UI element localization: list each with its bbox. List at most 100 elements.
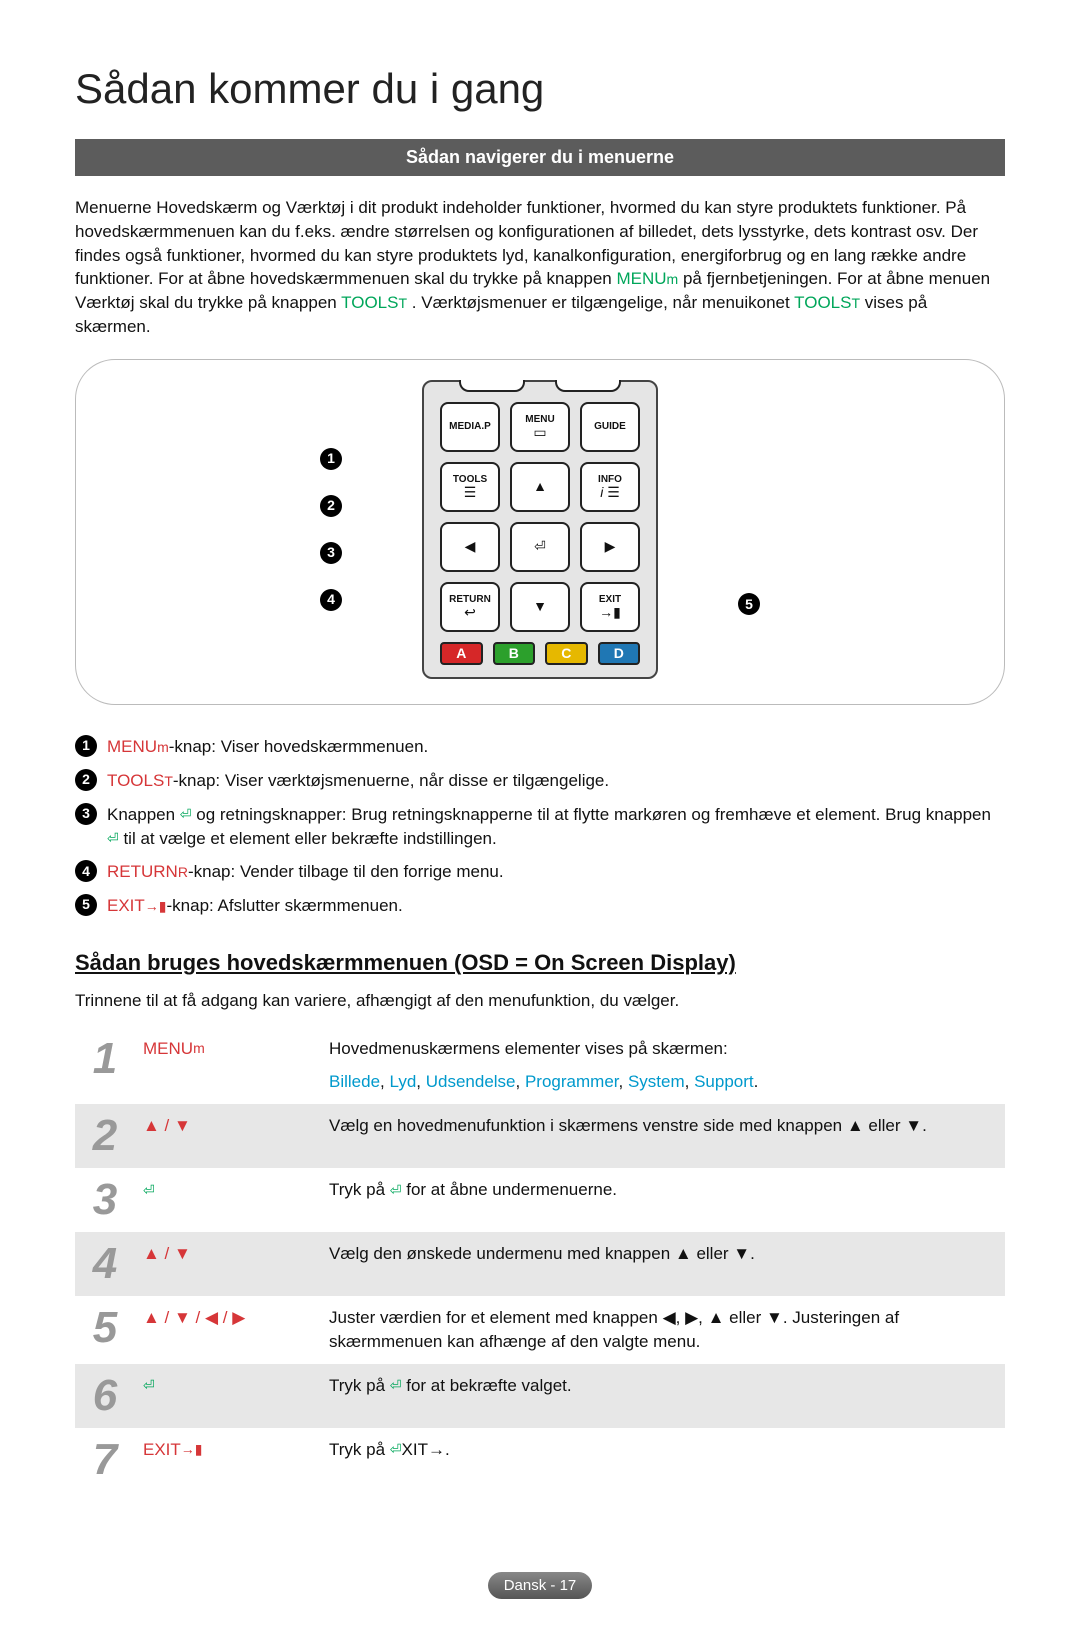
step-row: 4▲ / ▼Vælg den ønskede undermenu med kna…	[75, 1232, 1005, 1296]
step-desc: Vælg den ønskede undermenu med knappen ▲…	[321, 1232, 1005, 1296]
exit-button: EXIT→▮	[580, 582, 640, 632]
step-row: 5▲ / ▼ / ◀ / ▶Juster værdien for et elem…	[75, 1296, 1005, 1364]
step-row: 2▲ / ▼Vælg en hovedmenufunktion i skærme…	[75, 1104, 1005, 1168]
callout-5: 5	[738, 593, 760, 615]
callout-4: 4	[320, 589, 342, 611]
menu-item: Lyd	[390, 1072, 417, 1091]
step-desc: Vælg en hovedmenufunktion i skærmens ven…	[321, 1104, 1005, 1168]
menu-item: System	[628, 1072, 685, 1091]
subtext: Trinnene til at få adgang kan variere, a…	[75, 989, 1005, 1013]
legend-number: 2	[75, 769, 97, 791]
menu-item: Programmer	[525, 1072, 619, 1091]
legend-number: 1	[75, 735, 97, 757]
legend-keyword: MENU	[107, 737, 157, 756]
callout-3: 3	[320, 542, 342, 564]
unknown-button-r	[555, 380, 621, 392]
legend-row: 4 RETURNR-knap: Vender tilbage til den fo…	[75, 860, 1005, 884]
menu-button: MENU▭	[510, 402, 570, 452]
enter-icon: ⏎	[143, 1181, 155, 1201]
callout-2: 2	[320, 495, 342, 517]
step-desc: Tryk på ⏎ for at bekræfte valget.	[321, 1364, 1005, 1428]
step-desc: Juster værdien for et element med knappe…	[321, 1296, 1005, 1364]
legend-text: RETURNR-knap: Vender tilbage til den for…	[107, 860, 1005, 884]
menu-keyword: MENUm	[616, 269, 678, 288]
remote-body: MEDIA.P MENU▭ GUIDE TOOLS☰ ▲ INFOi ☰ ◀ ⏎…	[422, 380, 658, 679]
step-key: ▲ / ▼	[135, 1232, 321, 1296]
mediap-button: MEDIA.P	[440, 402, 500, 452]
right-button: ▶	[580, 522, 640, 572]
up-button: ▲	[510, 462, 570, 512]
step-desc: Tryk på ⏎XIT→.	[321, 1428, 1005, 1492]
legend-row: 3 Knappen ⏎ og retningsknapper: Brug retn…	[75, 803, 1005, 851]
tools-button: TOOLS☰	[440, 462, 500, 512]
legend-number: 4	[75, 860, 97, 882]
color-c-button: C	[545, 642, 588, 665]
callouts-left: 1 2 3 4	[320, 448, 342, 611]
color-d-button: D	[598, 642, 641, 665]
legend-number: 5	[75, 894, 97, 916]
menu-item: Support	[694, 1072, 754, 1091]
enter-button: ⏎	[510, 522, 570, 572]
enter-icon: ⏎	[390, 1440, 402, 1460]
legend-keyword: EXIT	[107, 896, 145, 915]
guide-button: GUIDE	[580, 402, 640, 452]
legend-text: EXIT→▮-knap: Afslutter skærmmenuen.	[107, 894, 1005, 918]
intro-paragraph: Menuerne Hovedskærm og Værktøj i dit pro…	[75, 196, 1005, 339]
footer: Dansk - 17	[75, 1572, 1005, 1599]
legend-text: Knappen ⏎ og retningsknapper: Brug retni…	[107, 803, 1005, 851]
steps-table: 1MENUmHovedmenuskærmens elementer vises …	[75, 1027, 1005, 1492]
step-number: 6	[75, 1364, 135, 1428]
step-row: 1MENUmHovedmenuskærmens elementer vises …	[75, 1027, 1005, 1105]
enter-icon: ⏎	[390, 1376, 402, 1396]
step-number: 3	[75, 1168, 135, 1232]
step-row: 7EXIT→▮Tryk på ⏎XIT→.	[75, 1428, 1005, 1492]
step-key: ⏎	[135, 1364, 321, 1428]
menu-item: Udsendelse	[426, 1072, 516, 1091]
intro-text-c: . Værktøjsmenuer er tilgængelige, når me…	[412, 293, 794, 312]
legend-number: 3	[75, 803, 97, 825]
step-key: EXIT→▮	[135, 1428, 321, 1492]
color-b-button: B	[493, 642, 536, 665]
step-number: 7	[75, 1428, 135, 1492]
legend-row: 5 EXIT→▮-knap: Afslutter skærmmenuen.	[75, 894, 1005, 918]
callout-1: 1	[320, 448, 342, 470]
step-number: 2	[75, 1104, 135, 1168]
step-desc: Tryk på ⏎ for at åbne undermenuerne.	[321, 1168, 1005, 1232]
tools-keyword-2: TOOLST	[794, 293, 860, 312]
step-key: ▲ / ▼	[135, 1104, 321, 1168]
step-key: MENUm	[135, 1027, 321, 1105]
left-button: ◀	[440, 522, 500, 572]
legend-keyword: TOOLS	[107, 771, 164, 790]
legend: 1 MENUm-knap: Viser hovedskærmmenuen. 2 TOO…	[75, 735, 1005, 918]
step-desc: Hovedmenuskærmens elementer vises på skæ…	[321, 1027, 1005, 1105]
step-number: 4	[75, 1232, 135, 1296]
enter-icon: ⏎	[390, 1181, 402, 1201]
menu-item: Billede	[329, 1072, 380, 1091]
enter-icon: ⏎	[107, 829, 119, 849]
page-number: Dansk - 17	[488, 1572, 593, 1599]
unknown-button-l	[459, 380, 525, 392]
tools-keyword: TOOLST	[341, 293, 407, 312]
legend-row: 2 TOOLST-knap: Viser værktøjsmenuerne, nå…	[75, 769, 1005, 793]
step-number: 5	[75, 1296, 135, 1364]
step-row: 6⏎Tryk på ⏎ for at bekræfte valget.	[75, 1364, 1005, 1428]
subhead: Sådan bruges hovedskærmmenuen (OSD = On …	[75, 948, 1005, 979]
step-key: ▲ / ▼ / ◀ / ▶	[135, 1296, 321, 1364]
enter-icon: ⏎	[143, 1376, 155, 1396]
legend-text: MENUm-knap: Viser hovedskærmmenuen.	[107, 735, 1005, 759]
step-key: ⏎	[135, 1168, 321, 1232]
callouts-right: 5	[738, 443, 760, 615]
step-number: 1	[75, 1027, 135, 1105]
legend-text: TOOLST-knap: Viser værktøjsmenuerne, når…	[107, 769, 1005, 793]
return-button: RETURN↩	[440, 582, 500, 632]
color-a-button: A	[440, 642, 483, 665]
legend-keyword: RETURN	[107, 862, 178, 881]
enter-icon: ⏎	[180, 805, 192, 825]
remote-diagram: 1 2 3 4 MEDIA.P MENU▭ GUIDE TOOLS☰ ▲ INF…	[75, 359, 1005, 705]
down-button: ▼	[510, 582, 570, 632]
legend-row: 1 MENUm-knap: Viser hovedskærmmenuen.	[75, 735, 1005, 759]
section-bar: Sådan navigerer du i menuerne	[75, 139, 1005, 176]
page-title: Sådan kommer du i gang	[75, 60, 1005, 119]
info-button: INFOi ☰	[580, 462, 640, 512]
step-row: 3⏎Tryk på ⏎ for at åbne undermenuerne.	[75, 1168, 1005, 1232]
